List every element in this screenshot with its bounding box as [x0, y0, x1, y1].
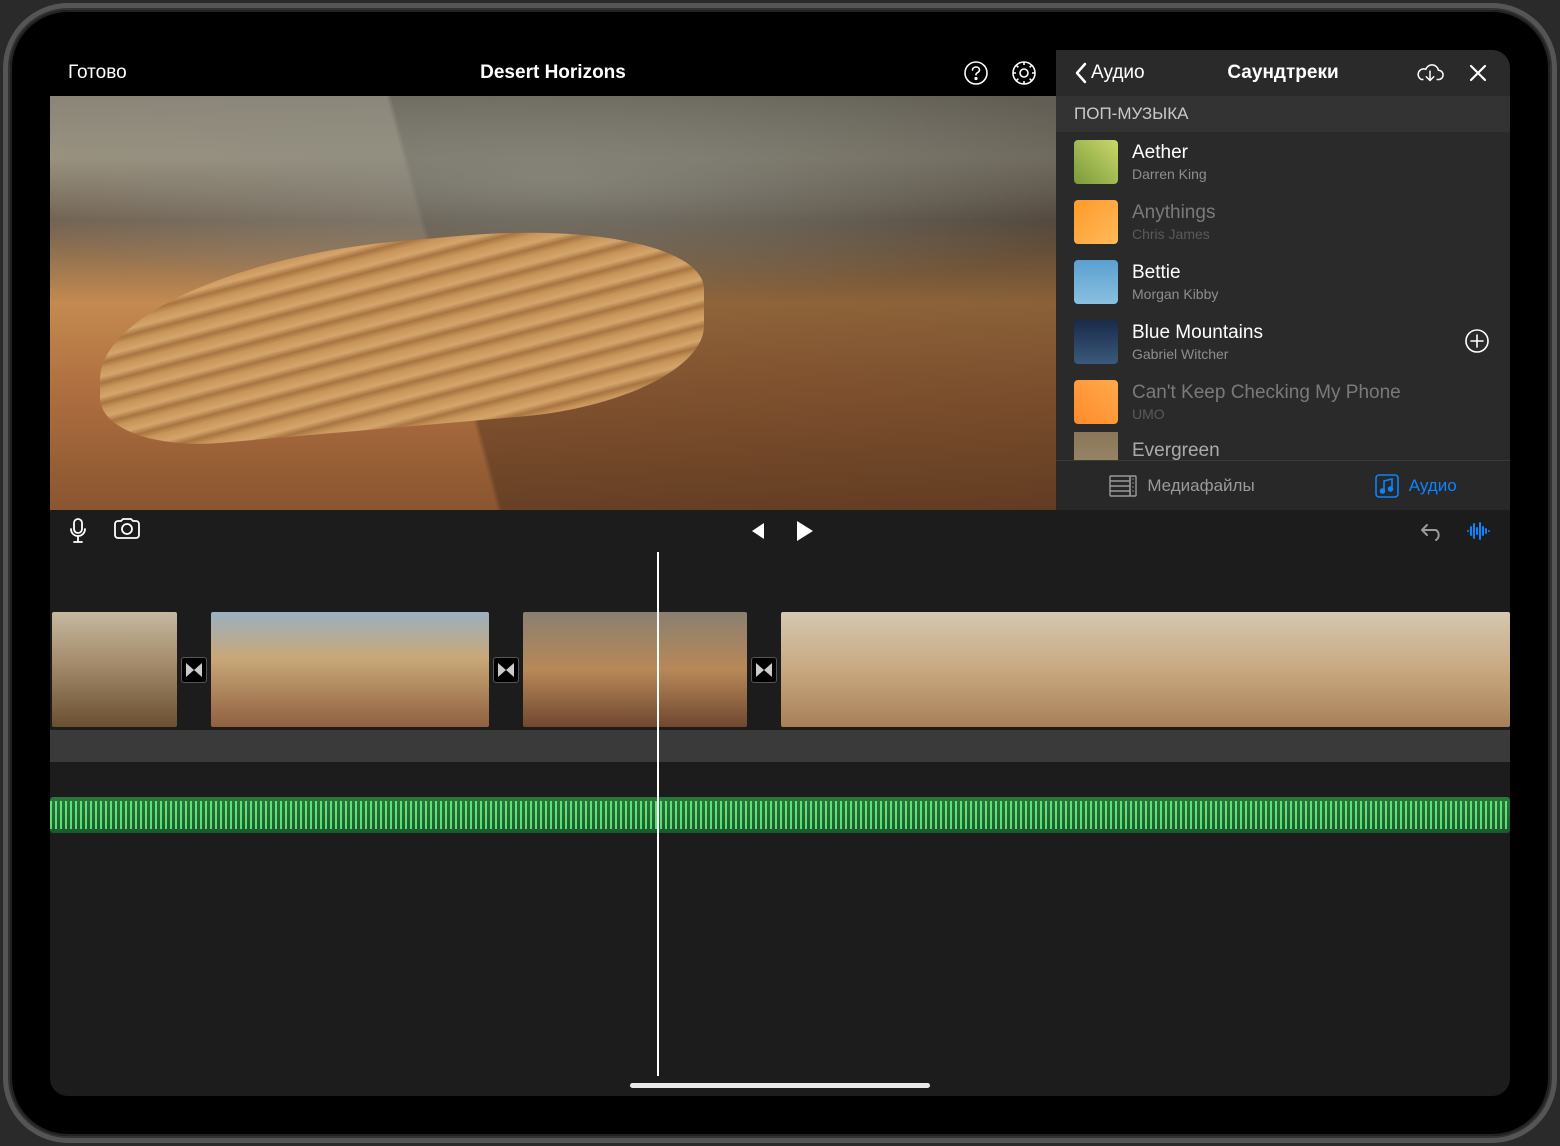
video-clip[interactable] [781, 612, 1510, 727]
clip-audio-lane [50, 730, 1510, 762]
transition-icon[interactable] [751, 657, 777, 683]
timeline[interactable] [50, 552, 1510, 1096]
download-cloud-icon[interactable] [1416, 59, 1444, 87]
back-label: Аудио [1091, 62, 1145, 84]
timeline-toolbar [50, 510, 1510, 552]
browser-tabs: Медиафайлы Аудио [1056, 460, 1510, 510]
back-button[interactable]: Аудио [1074, 62, 1145, 84]
track-artist: UMO [1132, 406, 1492, 422]
video-preview[interactable] [50, 96, 1056, 510]
track-artist: Morgan Kibby [1132, 286, 1492, 302]
tab-audio-label: Аудио [1409, 476, 1457, 496]
tab-media[interactable]: Медиафайлы [1109, 475, 1254, 497]
track-artwork [1074, 200, 1118, 244]
transition-icon[interactable] [181, 657, 207, 683]
track-artist: Darren King [1132, 166, 1492, 182]
waveform-icon[interactable] [1466, 521, 1492, 541]
track-artwork [1074, 380, 1118, 424]
video-clip[interactable] [52, 612, 177, 727]
done-button[interactable]: Готово [68, 62, 127, 84]
video-track[interactable] [50, 612, 1510, 727]
track-artist: Chris James [1132, 226, 1492, 242]
add-track-button[interactable] [1464, 328, 1492, 356]
browser-title: Саундтреки [1227, 62, 1338, 84]
ipad-device-frame: Готово Desert Horizons Ауд [10, 10, 1550, 1136]
tab-media-label: Медиафайлы [1147, 476, 1254, 496]
track-item[interactable]: Can't Keep Checking My Phone UMO [1056, 372, 1510, 432]
track-artwork [1074, 260, 1118, 304]
skip-back-icon[interactable] [746, 522, 766, 540]
track-title: Anythings [1132, 202, 1492, 224]
preview-header: Готово Desert Horizons [50, 50, 1056, 96]
track-list[interactable]: Aether Darren King Anythings Chris James… [1056, 132, 1510, 460]
track-item[interactable]: Anythings Chris James [1056, 192, 1510, 252]
track-artwork [1074, 320, 1118, 364]
audio-browser-header: Аудио Саундтреки [1056, 50, 1510, 96]
track-title: Blue Mountains [1132, 322, 1450, 344]
track-artwork [1074, 140, 1118, 184]
home-indicator[interactable] [630, 1083, 930, 1088]
category-header: ПОП-МУЗЫКА [1056, 96, 1510, 132]
playhead[interactable] [657, 552, 659, 1076]
tab-audio[interactable]: Аудио [1375, 474, 1457, 498]
track-item[interactable]: Blue Mountains Gabriel Witcher [1056, 312, 1510, 372]
audio-waveform [50, 801, 1510, 829]
track-artwork [1074, 432, 1118, 460]
play-icon[interactable] [796, 520, 814, 542]
track-item[interactable]: Bettie Morgan Kibby [1056, 252, 1510, 312]
preview-panel: Готово Desert Horizons [50, 50, 1056, 510]
app-screen: Готово Desert Horizons Ауд [50, 50, 1510, 1096]
audio-browser-panel: Аудио Саундтреки ПОП-МУЗЫКА Ae [1056, 50, 1510, 510]
close-icon[interactable] [1464, 59, 1492, 87]
help-icon[interactable] [962, 59, 990, 87]
soundtrack-clip[interactable] [50, 797, 1510, 833]
video-clip[interactable] [211, 612, 489, 727]
track-title: Bettie [1132, 262, 1492, 284]
track-item[interactable]: Aether Darren King [1056, 132, 1510, 192]
track-item[interactable]: Evergreen [1056, 432, 1510, 460]
track-title: Can't Keep Checking My Phone [1132, 382, 1492, 404]
track-title: Aether [1132, 142, 1492, 164]
settings-gear-icon[interactable] [1010, 59, 1038, 87]
track-title: Evergreen [1132, 440, 1492, 460]
camera-icon[interactable] [112, 518, 142, 544]
video-clip[interactable] [523, 612, 747, 727]
track-artist: Gabriel Witcher [1132, 346, 1450, 362]
microphone-icon[interactable] [68, 518, 88, 544]
project-title: Desert Horizons [480, 62, 626, 84]
undo-icon[interactable] [1418, 521, 1444, 541]
transition-icon[interactable] [493, 657, 519, 683]
